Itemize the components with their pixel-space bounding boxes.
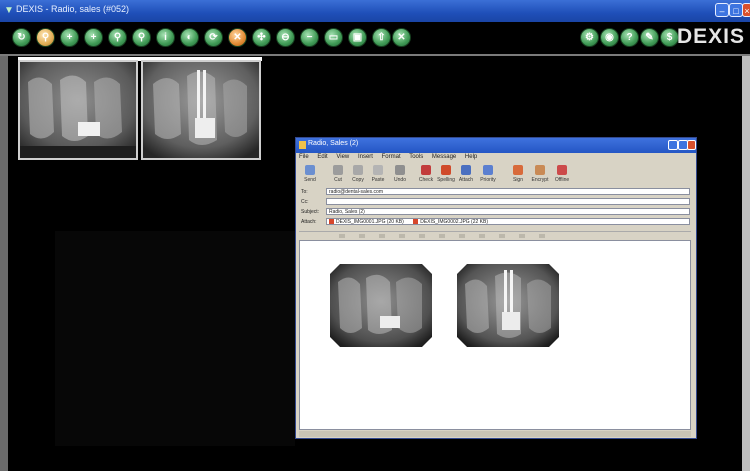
help-icon[interactable]: ? <box>620 28 639 47</box>
format-button[interactable] <box>539 234 545 238</box>
format-button[interactable] <box>359 234 365 238</box>
to-field[interactable]: radio@dental-sales.com <box>326 188 690 195</box>
print-icon[interactable]: ▣ <box>348 28 367 47</box>
menu-tools[interactable]: Tools <box>409 154 423 160</box>
tooth-icon[interactable]: ⚲ <box>36 28 55 47</box>
undo-button[interactable]: Undo <box>391 164 409 186</box>
attach-button[interactable]: Attach <box>457 164 475 186</box>
layout-icon[interactable]: ▭ <box>324 28 343 47</box>
subject-label: Subject: <box>301 209 320 215</box>
menu-view[interactable]: View <box>336 154 349 160</box>
attach-row: Attach: DEXIS_IMG0001.JPG (20 KB) DEXIS_… <box>299 218 691 226</box>
refresh-icon[interactable]: ↻ <box>12 28 31 47</box>
menu-message[interactable]: Message <box>432 154 456 160</box>
format-button[interactable] <box>379 234 385 238</box>
format-button[interactable] <box>499 234 505 238</box>
image-viewport[interactable] <box>55 231 295 446</box>
email-menubar: File Edit View Insert Format Tools Messa… <box>299 154 691 163</box>
email-icon <box>299 141 306 149</box>
brand-logo: DEXIS <box>677 25 746 48</box>
email-close-button[interactable] <box>687 140 696 150</box>
subject-field[interactable]: Radio, Sales (2) <box>326 208 690 215</box>
cut-button[interactable]: Cut <box>329 164 347 186</box>
format-button[interactable] <box>399 234 405 238</box>
priority-button[interactable]: Priority <box>479 164 497 186</box>
email-minimize-button[interactable] <box>668 140 678 150</box>
window-titlebar: ▼ DEXIS - Radio, sales (#052) – □ × <box>0 0 750 22</box>
format-button[interactable] <box>439 234 445 238</box>
menu-help[interactable]: Help <box>465 154 477 160</box>
send-button[interactable]: Send <box>301 164 319 186</box>
edit-icon[interactable]: ✎ <box>640 28 659 47</box>
encrypt-button[interactable]: Encrypt <box>531 164 549 186</box>
to-label: To: <box>301 189 308 195</box>
magnify-icon[interactable]: ⚲ <box>132 28 151 47</box>
embedded-xray-image <box>330 264 432 347</box>
email-window: Radio, Sales (2) File Edit View Insert F… <box>295 137 697 439</box>
spelling-button[interactable]: Spelling <box>437 164 455 186</box>
settings-icon[interactable]: ⚙ <box>580 28 599 47</box>
email-body[interactable] <box>299 240 691 430</box>
format-button[interactable] <box>419 234 425 238</box>
toolbar-divider <box>0 54 750 56</box>
exit-icon[interactable]: ✕ <box>392 28 411 47</box>
cc-label: Cc: <box>301 199 309 205</box>
contrast-icon[interactable]: ◐ <box>180 28 199 47</box>
window-title: DEXIS - Radio, sales (#052) <box>16 4 130 14</box>
attachment-item[interactable]: DEXIS_IMG0001.JPG (20 KB) <box>329 219 404 224</box>
main-toolbar: ↻ ⚲ + + ⚲ ⚲ i ◐ ⟳ ✕ ✣ ⊖ − ▭ ▣ ⇧ ✕ ⚙ ◉ ? … <box>0 22 750 54</box>
paste-button[interactable]: Paste <box>369 164 387 186</box>
rotate-icon[interactable]: ⟳ <box>204 28 223 47</box>
cc-row: Cc: <box>299 198 691 206</box>
email-toolbar: Send Cut Copy Paste Undo Check Spelling … <box>299 164 691 186</box>
minus-icon[interactable]: − <box>300 28 319 47</box>
xray-thumbnail[interactable] <box>141 60 261 160</box>
attachment-icon <box>413 219 419 224</box>
email-titlebar: Radio, Sales (2) <box>296 138 696 153</box>
attach-label: Attach: <box>301 219 317 225</box>
check-button[interactable]: Check <box>417 164 435 186</box>
close-button[interactable]: × <box>742 3 750 17</box>
email-statusbar <box>299 431 691 437</box>
format-button[interactable] <box>519 234 525 238</box>
copy-button[interactable]: Copy <box>349 164 367 186</box>
attach-field[interactable]: DEXIS_IMG0001.JPG (20 KB) DEXIS_IMG0002.… <box>326 218 690 225</box>
xray-image <box>143 62 259 158</box>
export-icon[interactable]: ⇧ <box>372 28 391 47</box>
format-button[interactable] <box>479 234 485 238</box>
cc-field[interactable] <box>326 198 690 205</box>
to-row: To: radio@dental-sales.com <box>299 188 691 196</box>
minimize-button[interactable]: – <box>715 3 729 17</box>
maximize-button[interactable]: □ <box>729 3 743 17</box>
search-icon[interactable]: ⚲ <box>108 28 127 47</box>
tools-icon[interactable]: ✕ <box>228 28 247 47</box>
add-icon[interactable]: + <box>84 28 103 47</box>
email-title: Radio, Sales (2) <box>308 140 359 147</box>
sign-button[interactable]: Sign <box>509 164 527 186</box>
menu-edit[interactable]: Edit <box>317 154 327 160</box>
format-button[interactable] <box>339 234 345 238</box>
app-icon: ▼ <box>4 5 14 16</box>
offline-button[interactable]: Offline <box>553 164 571 186</box>
right-scrollbar[interactable] <box>742 56 750 471</box>
xray-image <box>20 62 136 158</box>
left-frame <box>0 56 8 471</box>
format-toolbar <box>299 231 691 240</box>
menu-file[interactable]: File <box>299 154 309 160</box>
measure-icon[interactable]: ✣ <box>252 28 271 47</box>
camera-icon[interactable]: ◉ <box>600 28 619 47</box>
xray-thumbnail[interactable] <box>18 60 138 160</box>
zoom-in-icon[interactable]: + <box>60 28 79 47</box>
embedded-xray-image <box>457 264 559 347</box>
format-button[interactable] <box>459 234 465 238</box>
menu-insert[interactable]: Insert <box>358 154 373 160</box>
info-icon[interactable]: i <box>156 28 175 47</box>
attachment-icon <box>329 219 334 224</box>
attachment-item[interactable]: DEXIS_IMG0002.JPG (22 KB) <box>413 219 488 224</box>
subject-row: Subject: Radio, Sales (2) <box>299 208 691 216</box>
menu-format[interactable]: Format <box>382 154 401 160</box>
compare-icon[interactable]: ⊖ <box>276 28 295 47</box>
